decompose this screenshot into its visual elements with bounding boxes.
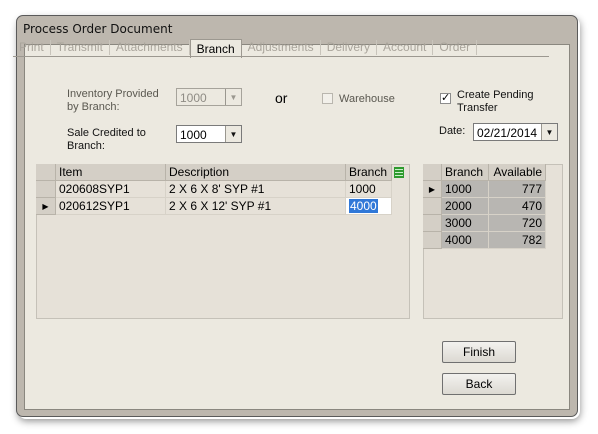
- row-selector[interactable]: [423, 198, 442, 215]
- inventory-branch-value: 1000: [180, 91, 207, 105]
- inventory-branch-label: Inventory Provided by Branch:: [67, 88, 159, 113]
- item-cell[interactable]: 020608SYP1: [56, 181, 166, 198]
- sale-credited-label: Sale Credited to Branch:: [67, 127, 146, 152]
- tab-transmit[interactable]: Transmit: [51, 39, 110, 55]
- branch-cell[interactable]: 1000: [442, 181, 489, 198]
- column-header-description[interactable]: Description: [166, 164, 346, 181]
- column-header-item[interactable]: Item: [56, 164, 166, 181]
- tab-order[interactable]: Order: [433, 39, 478, 55]
- branch-cell[interactable]: 4000: [442, 232, 489, 249]
- date-picker[interactable]: 02/21/2014 ▼: [473, 123, 558, 141]
- tab-strip: Print Transmit Attachments Branch Adjust…: [13, 37, 478, 58]
- row-selector[interactable]: [423, 232, 442, 249]
- available-cell[interactable]: 782: [489, 232, 546, 249]
- branch-cell-editing[interactable]: 4000: [346, 198, 392, 215]
- row-pointer-icon[interactable]: ▶: [36, 198, 56, 215]
- tab-delivery[interactable]: Delivery: [321, 39, 378, 55]
- chevron-down-icon[interactable]: ▼: [225, 126, 241, 142]
- create-pending-transfer-label: Create Pending Transfer: [457, 89, 534, 114]
- branch-cell[interactable]: 3000: [442, 215, 489, 232]
- finish-button[interactable]: Finish: [442, 341, 516, 363]
- tab-account[interactable]: Account: [377, 39, 434, 55]
- description-cell[interactable]: 2 X 6 X 8' SYP #1: [166, 181, 346, 198]
- column-header-available[interactable]: Available: [489, 164, 546, 181]
- chevron-down-icon[interactable]: ▼: [225, 89, 241, 105]
- branch-cell[interactable]: 2000: [442, 198, 489, 215]
- branch-cell-selected-text[interactable]: 4000: [349, 199, 378, 213]
- date-label: Date:: [439, 125, 466, 137]
- branch-cell[interactable]: 1000: [346, 181, 392, 198]
- tab-branch[interactable]: Branch: [189, 38, 242, 58]
- chevron-down-icon[interactable]: ▼: [541, 124, 557, 140]
- sale-credited-value: 1000: [180, 128, 207, 142]
- row-selector[interactable]: [36, 181, 56, 198]
- description-cell[interactable]: 2 X 6 X 12' SYP #1: [166, 198, 346, 215]
- item-cell[interactable]: 020612SYP1: [56, 198, 166, 215]
- row-selector[interactable]: [423, 215, 442, 232]
- tab-print[interactable]: Print: [13, 39, 51, 55]
- inventory-branch-combo[interactable]: 1000 ▼: [176, 88, 242, 106]
- warehouse-label: Warehouse: [339, 93, 395, 105]
- branch-grid-corner: [423, 164, 442, 181]
- items-grid-corner: [36, 164, 56, 181]
- create-pending-transfer-checkbox[interactable]: ✓: [440, 93, 451, 104]
- tab-attachments[interactable]: Attachments: [110, 39, 190, 55]
- available-cell[interactable]: 470: [489, 198, 546, 215]
- row-pointer-icon[interactable]: ▶: [423, 181, 442, 198]
- tab-divider: [13, 56, 549, 57]
- warehouse-checkbox[interactable]: [322, 93, 333, 104]
- date-value: 02/21/2014: [477, 126, 538, 140]
- column-chooser-icon[interactable]: [393, 166, 405, 179]
- column-header-branch[interactable]: Branch: [442, 164, 489, 181]
- or-label: or: [275, 90, 288, 106]
- available-cell[interactable]: 777: [489, 181, 546, 198]
- sale-credited-combo[interactable]: 1000 ▼: [176, 125, 242, 143]
- tab-adjustments[interactable]: Adjustments: [242, 39, 321, 55]
- back-button[interactable]: Back: [442, 373, 516, 395]
- column-header-branch[interactable]: Branch: [346, 164, 392, 181]
- available-cell[interactable]: 720: [489, 215, 546, 232]
